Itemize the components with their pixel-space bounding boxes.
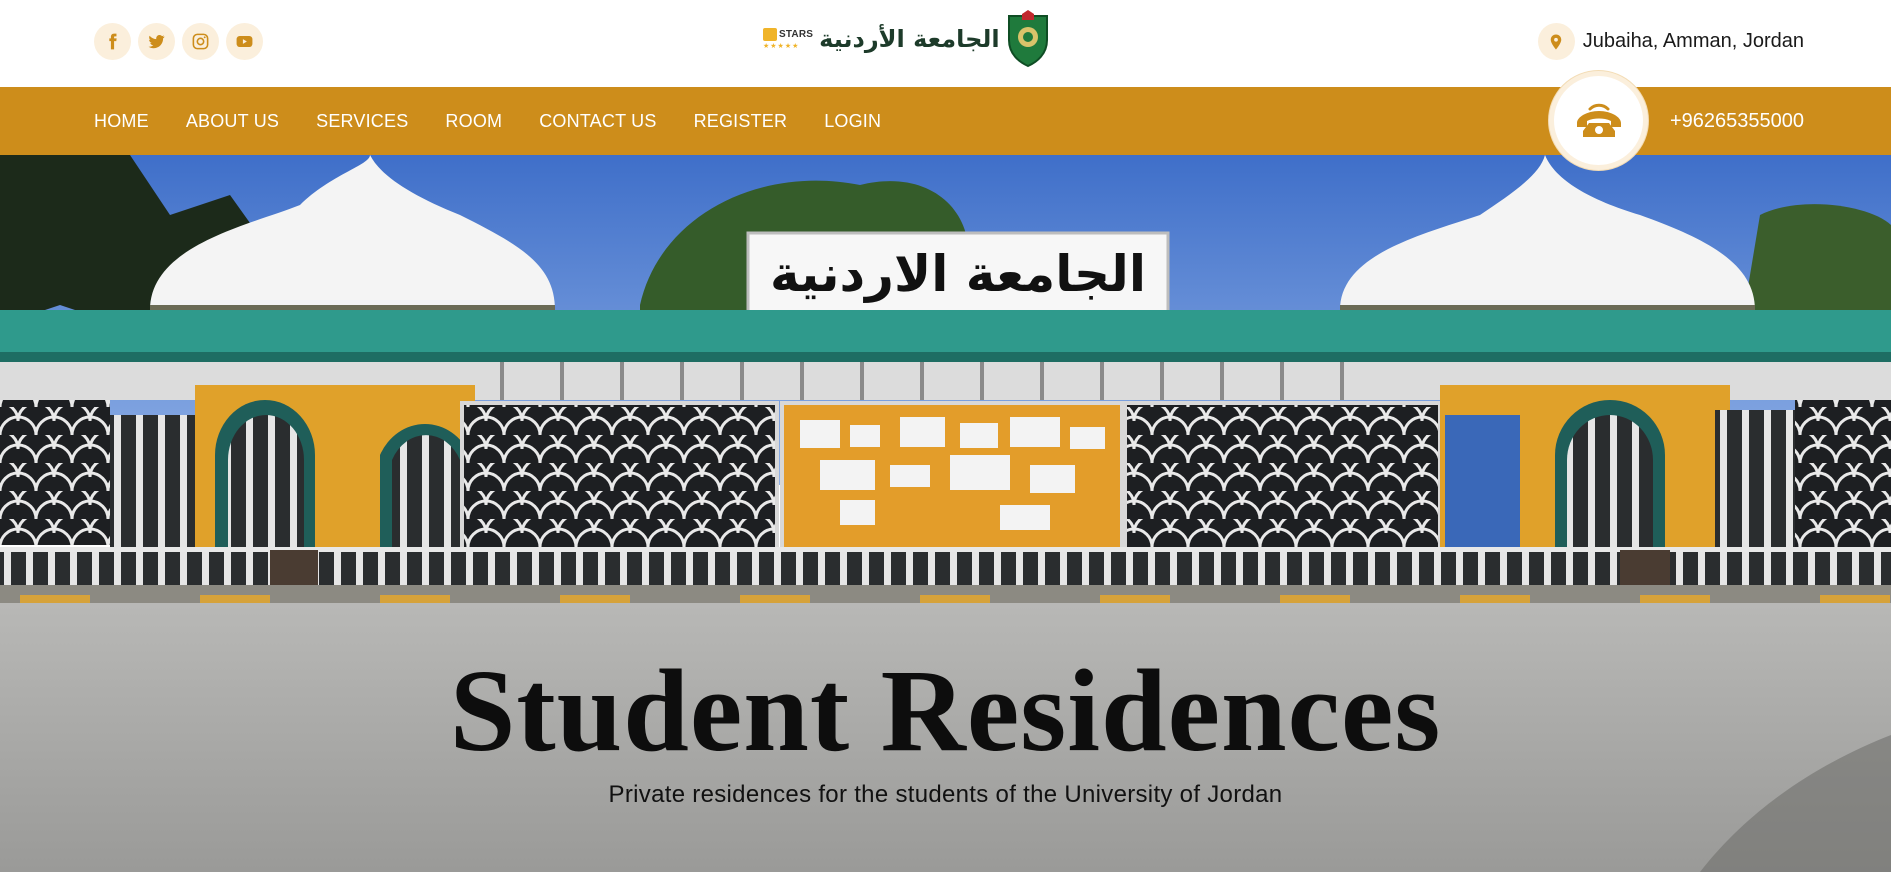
youtube-link[interactable]: [226, 23, 263, 60]
phone-icon: [1576, 103, 1621, 137]
stars-logo-icon: [763, 28, 777, 41]
nav-home[interactable]: HOME: [94, 111, 149, 132]
phone-button[interactable]: [1549, 71, 1648, 170]
youtube-icon: [236, 35, 253, 48]
hero-title: Student Residences: [449, 645, 1442, 776]
nav-links: HOME ABOUT US SERVICES ROOM CONTACT US R…: [94, 87, 881, 155]
nav-room[interactable]: ROOM: [445, 111, 502, 132]
hero-subtitle: Private residences for the students of t…: [608, 781, 1283, 808]
hero-sign-text: الجامعة الاردنية: [770, 245, 1146, 303]
university-crest-icon: [1007, 10, 1048, 68]
stars-badge-text: STARS: [779, 29, 814, 40]
university-name: الجامعة الأردنية: [819, 25, 1000, 53]
university-logo[interactable]: STARS ★★★★★ الجامعة الأردنية: [763, 10, 1050, 68]
phone-number[interactable]: +96265355000: [1670, 87, 1804, 155]
nav-register[interactable]: REGISTER: [694, 111, 788, 132]
facebook-icon: [109, 33, 117, 50]
stars-rating-icon: ★★★★★: [763, 43, 800, 50]
map-pin-icon: [1537, 23, 1575, 60]
nav-about-us[interactable]: ABOUT US: [186, 111, 279, 132]
stars-badge: STARS ★★★★★: [763, 28, 813, 50]
nav-services[interactable]: SERVICES: [316, 111, 408, 132]
nav-login[interactable]: LOGIN: [824, 111, 881, 132]
instagram-icon: [192, 33, 209, 50]
social-links: [94, 23, 263, 60]
twitter-link[interactable]: [138, 23, 175, 60]
location-text: Jubaiha, Amman, Jordan: [1582, 30, 1804, 52]
twitter-icon: [148, 35, 165, 49]
instagram-link[interactable]: [182, 23, 219, 60]
facebook-link[interactable]: [94, 23, 131, 60]
hero-banner: الجامعة الاردنية Student Residences Priv…: [0, 155, 1891, 872]
location: Jubaiha, Amman, Jordan: [1537, 23, 1804, 60]
nav-contact-us[interactable]: CONTACT US: [539, 111, 656, 132]
